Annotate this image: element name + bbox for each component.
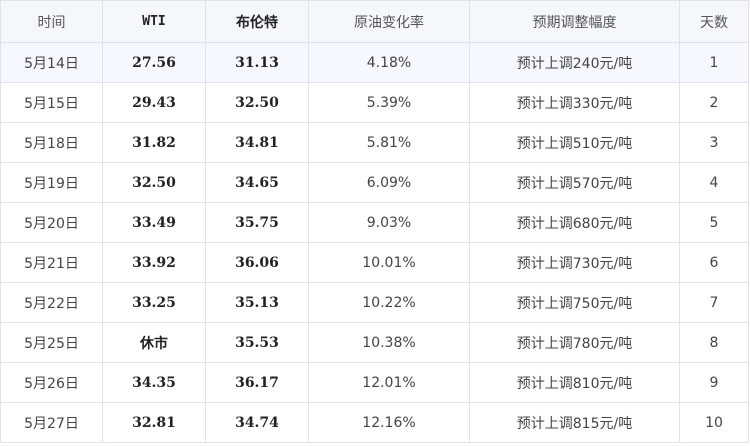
cell-brent: 35.13 <box>205 282 309 323</box>
cell-expected-adjustment: 预计上调570元/吨 <box>469 162 680 203</box>
cell-date: 5月19日 <box>0 162 103 203</box>
header-wti: WTI <box>102 0 206 43</box>
cell-expected-adjustment: 预计上调810元/吨 <box>469 362 680 403</box>
cell-brent: 32.50 <box>205 82 309 123</box>
cell-days: 5 <box>679 202 749 243</box>
cell-expected-adjustment: 预计上调780元/吨 <box>469 322 680 363</box>
header-days: 天数 <box>679 0 749 43</box>
cell-wti: 32.81 <box>102 402 206 443</box>
cell-date: 5月27日 <box>0 402 103 443</box>
cell-brent: 31.13 <box>205 42 309 83</box>
table-row: 5月27日 32.81 34.74 12.16% 预计上调815元/吨 10 <box>0 402 749 443</box>
cell-wti: 27.56 <box>102 42 206 83</box>
cell-date: 5月14日 <box>0 42 103 83</box>
cell-brent: 35.53 <box>205 322 309 363</box>
cell-change-rate: 4.18% <box>308 42 470 83</box>
cell-change-rate: 12.01% <box>308 362 470 403</box>
cell-date: 5月22日 <box>0 282 103 323</box>
header-expected-adjustment: 预期调整幅度 <box>469 0 680 43</box>
cell-wti: 休市 <box>102 322 206 363</box>
cell-wti: 32.50 <box>102 162 206 203</box>
cell-date: 5月26日 <box>0 362 103 403</box>
cell-date: 5月21日 <box>0 242 103 283</box>
oil-price-table: 时间 WTI 布伦特 原油变化率 预期调整幅度 天数 5月14日 27.56 3… <box>0 0 749 443</box>
cell-wti: 33.49 <box>102 202 206 243</box>
cell-change-rate: 5.39% <box>308 82 470 123</box>
cell-days: 9 <box>679 362 749 403</box>
cell-date: 5月15日 <box>0 82 103 123</box>
cell-days: 4 <box>679 162 749 203</box>
cell-days: 1 <box>679 42 749 83</box>
cell-change-rate: 9.03% <box>308 202 470 243</box>
table-row: 5月19日 32.50 34.65 6.09% 预计上调570元/吨 4 <box>0 162 749 203</box>
cell-brent: 36.06 <box>205 242 309 283</box>
table-row: 5月20日 33.49 35.75 9.03% 预计上调680元/吨 5 <box>0 202 749 243</box>
cell-wti: 33.25 <box>102 282 206 323</box>
header-change-rate: 原油变化率 <box>308 0 470 43</box>
cell-change-rate: 10.38% <box>308 322 470 363</box>
cell-date: 5月18日 <box>0 122 103 163</box>
table-header-row: 时间 WTI 布伦特 原油变化率 预期调整幅度 天数 <box>0 0 749 43</box>
cell-wti: 29.43 <box>102 82 206 123</box>
cell-expected-adjustment: 预计上调750元/吨 <box>469 282 680 323</box>
cell-change-rate: 6.09% <box>308 162 470 203</box>
cell-brent: 34.81 <box>205 122 309 163</box>
table-row: 5月22日 33.25 35.13 10.22% 预计上调750元/吨 7 <box>0 282 749 323</box>
cell-brent: 36.17 <box>205 362 309 403</box>
header-brent: 布伦特 <box>205 0 309 43</box>
table-row: 5月15日 29.43 32.50 5.39% 预计上调330元/吨 2 <box>0 82 749 123</box>
cell-brent: 35.75 <box>205 202 309 243</box>
table-row: 5月25日 休市 35.53 10.38% 预计上调780元/吨 8 <box>0 322 749 363</box>
cell-wti: 31.82 <box>102 122 206 163</box>
cell-expected-adjustment: 预计上调330元/吨 <box>469 82 680 123</box>
cell-days: 10 <box>679 402 749 443</box>
cell-expected-adjustment: 预计上调815元/吨 <box>469 402 680 443</box>
cell-days: 7 <box>679 282 749 323</box>
cell-change-rate: 5.81% <box>308 122 470 163</box>
cell-wti: 33.92 <box>102 242 206 283</box>
cell-expected-adjustment: 预计上调510元/吨 <box>469 122 680 163</box>
cell-days: 6 <box>679 242 749 283</box>
cell-expected-adjustment: 预计上调680元/吨 <box>469 202 680 243</box>
table-row: 5月26日 34.35 36.17 12.01% 预计上调810元/吨 9 <box>0 362 749 403</box>
cell-expected-adjustment: 预计上调240元/吨 <box>469 42 680 83</box>
cell-brent: 34.65 <box>205 162 309 203</box>
cell-expected-adjustment: 预计上调730元/吨 <box>469 242 680 283</box>
table-row: 5月18日 31.82 34.81 5.81% 预计上调510元/吨 3 <box>0 122 749 163</box>
cell-wti: 34.35 <box>102 362 206 403</box>
cell-change-rate: 12.16% <box>308 402 470 443</box>
cell-days: 8 <box>679 322 749 363</box>
cell-days: 3 <box>679 122 749 163</box>
cell-change-rate: 10.22% <box>308 282 470 323</box>
header-date: 时间 <box>0 0 103 43</box>
table-row: 5月14日 27.56 31.13 4.18% 预计上调240元/吨 1 <box>0 42 749 83</box>
cell-change-rate: 10.01% <box>308 242 470 283</box>
cell-brent: 34.74 <box>205 402 309 443</box>
cell-date: 5月25日 <box>0 322 103 363</box>
table-row: 5月21日 33.92 36.06 10.01% 预计上调730元/吨 6 <box>0 242 749 283</box>
cell-days: 2 <box>679 82 749 123</box>
cell-date: 5月20日 <box>0 202 103 243</box>
